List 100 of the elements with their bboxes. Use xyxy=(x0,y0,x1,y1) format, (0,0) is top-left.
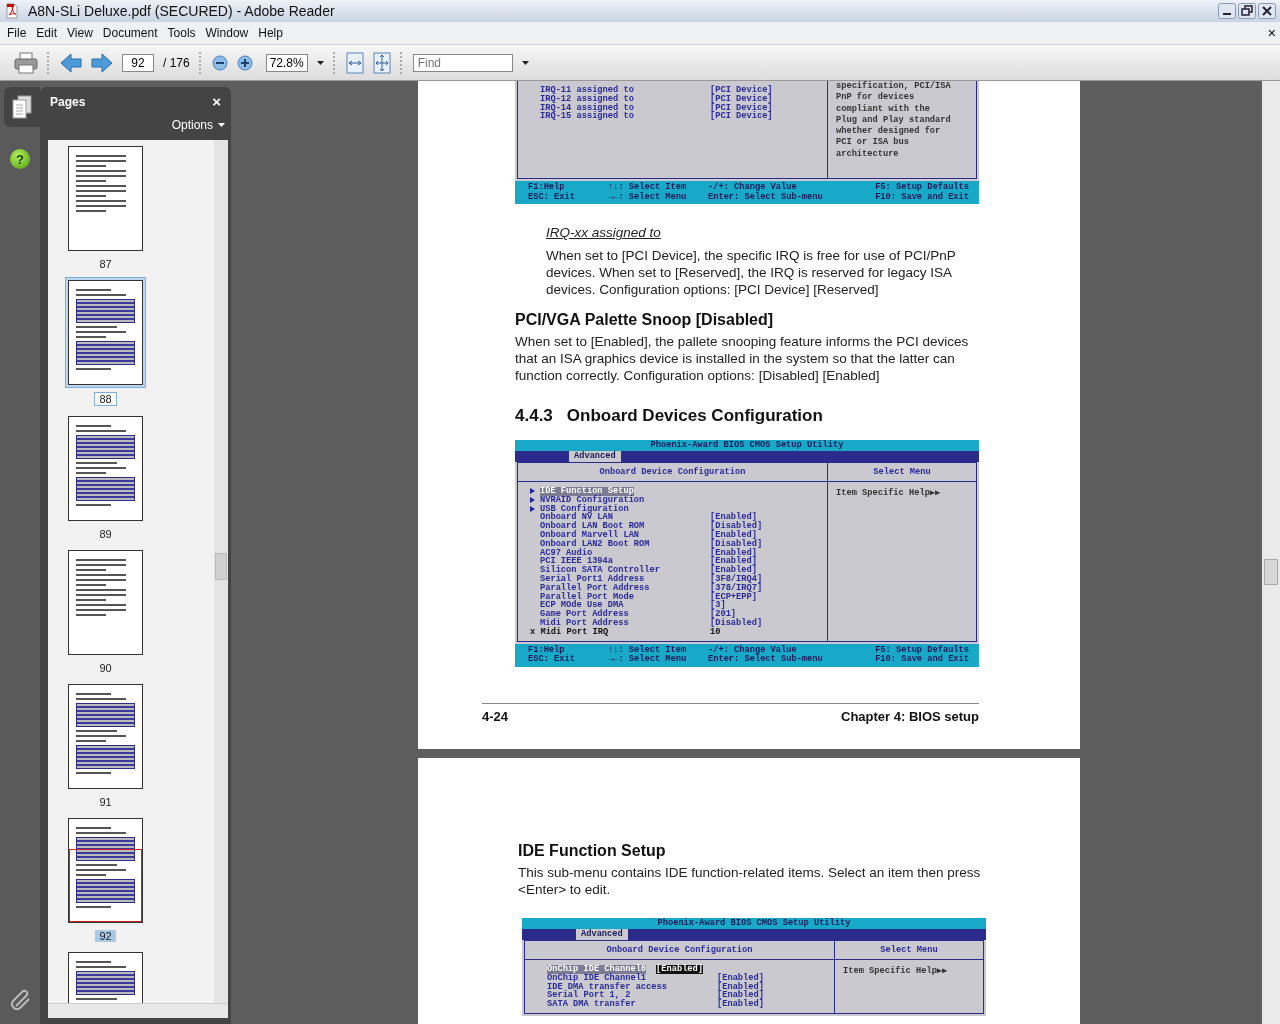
bios-panel-header: Onboard Device Configuration xyxy=(525,941,834,960)
bios-value: [Disabled] xyxy=(710,522,763,531)
close-icon[interactable] xyxy=(1258,3,1276,19)
menu-item[interactable]: View xyxy=(62,26,98,40)
page-thumbnail[interactable] xyxy=(68,550,143,655)
bios-panel-header: Onboard Device Configuration xyxy=(518,463,827,482)
bios-key-hint: Enter: Select Sub-menu xyxy=(708,655,824,665)
menu-item[interactable]: File xyxy=(2,26,32,40)
page-thumbnail[interactable] xyxy=(68,416,143,521)
zoom-field[interactable]: 72.8% xyxy=(265,53,308,72)
bios-key-hint: ESC: Exit xyxy=(528,655,576,665)
bios-value: [Enabled] xyxy=(656,965,703,974)
pages-tab[interactable] xyxy=(4,87,40,127)
fit-page-icon[interactable] xyxy=(372,51,391,74)
bios-item: IRQ-12 assigned to xyxy=(540,94,635,104)
options-menu[interactable]: Options xyxy=(171,118,225,132)
bios-value: [Enabled] xyxy=(717,973,764,983)
bios-item: Serial Port1 Address xyxy=(540,574,645,584)
bios-value: [Enabled] xyxy=(717,1000,764,1009)
page-label: 90 xyxy=(98,662,113,674)
bios-key-hint: -/+: Change Value xyxy=(708,645,797,655)
page-total: / 176 xyxy=(163,55,190,70)
bios-value: 10 xyxy=(710,627,721,637)
bios-key-hint: →←: Select Menu xyxy=(608,655,688,665)
page-number-field[interactable]: 92 xyxy=(122,53,154,72)
bios-value: [3F8/IRQ4] xyxy=(710,574,763,584)
bios-screen-miniature xyxy=(76,435,135,459)
bios-value: [Disabled] xyxy=(710,618,763,628)
section-heading: Onboard Devices Configuration xyxy=(566,406,823,426)
bios-key-hint: Enter: Select Sub-menu xyxy=(708,192,824,202)
bios-help-text: Item Specific Help▶▶ xyxy=(843,966,949,978)
menu-item[interactable]: Help xyxy=(253,26,288,40)
bios-value: [Enabled] xyxy=(710,566,757,575)
bios-screen-miniature xyxy=(76,299,135,323)
menu-item[interactable]: Document xyxy=(97,26,163,40)
scrollbar[interactable] xyxy=(1262,81,1280,1024)
menu-item[interactable]: Edit xyxy=(31,26,63,40)
bios-screen-miniature xyxy=(76,477,135,501)
bios-key-hint: -/+: Change Value xyxy=(708,183,798,192)
page-thumbnail[interactable] xyxy=(68,818,143,923)
close-document-button[interactable]: × xyxy=(1267,25,1276,41)
heading: IDE Function Setup xyxy=(518,842,667,860)
bios-item: SATA DMA transfer xyxy=(547,1000,637,1009)
zoom-out-icon[interactable] xyxy=(211,54,228,71)
paragraph: This sub-menu contains IDE function-related items. Select an item then press <Enter> to edit. xyxy=(518,864,982,898)
bios-screen-miniature xyxy=(76,341,135,365)
bios-value: [PCI Device] xyxy=(710,86,773,95)
subheading: IRQ-xx assigned to xyxy=(546,225,662,240)
pdf-file-icon xyxy=(4,3,20,19)
page-label: 87 xyxy=(98,258,113,270)
bios-item: Onboard LAN Boot ROM xyxy=(540,522,646,531)
previous-page-icon[interactable] xyxy=(60,52,82,73)
caret-icon[interactable] xyxy=(521,60,529,65)
horizontal-scrollbar[interactable] xyxy=(48,1003,228,1018)
bios-item: x Midi Port IRQ xyxy=(530,627,610,637)
bios-help-text: compliant with the xyxy=(836,103,931,115)
panel-title: Pages xyxy=(50,94,86,109)
bios-help-text: PCI or ISA bus xyxy=(836,137,910,149)
menu-item[interactable]: Tools xyxy=(162,26,201,40)
page-thumbnail[interactable] xyxy=(68,280,143,385)
bios-item: IDE Function Setup xyxy=(540,487,634,496)
restore-icon[interactable] xyxy=(1238,3,1256,19)
bios-item: IRQ-14 assigned to xyxy=(540,103,635,113)
page-thumbnail[interactable] xyxy=(68,146,143,251)
bios-screen-miniature xyxy=(76,837,135,861)
page-label: 91 xyxy=(98,796,113,808)
bios-help-text: specification, PCI/ISA xyxy=(836,81,952,92)
menu-item[interactable]: Window xyxy=(200,26,254,40)
minimize-icon[interactable] xyxy=(1218,3,1236,19)
zoom-in-icon[interactable] xyxy=(236,54,253,71)
bios-key-hint: F5: Setup Defaults xyxy=(875,183,969,192)
bios-screen-miniature xyxy=(76,971,135,995)
window-title: A8N-SLi Deluxe.pdf (SECURED) - Adobe Reader xyxy=(28,3,336,19)
bios-value: [Disabled] xyxy=(710,539,763,549)
view-area-marker[interactable] xyxy=(69,849,142,922)
help-button[interactable]: ? xyxy=(10,149,30,169)
close-panel-button[interactable]: × xyxy=(212,93,221,110)
bios-item: Midi Port Address xyxy=(540,618,630,628)
bios-value: [Enabled] xyxy=(710,531,757,540)
caret-icon[interactable] xyxy=(316,60,324,65)
next-page-icon[interactable] xyxy=(91,52,113,73)
paperclip-icon[interactable] xyxy=(10,988,32,1010)
scrollbar[interactable] xyxy=(214,140,228,1004)
bios-screen-miniature xyxy=(76,879,135,903)
bios-value: [PCI Device] xyxy=(710,112,773,122)
bios-value: [Enabled] xyxy=(717,982,764,992)
bios-value: [378/IRQ7] xyxy=(710,583,763,593)
fit-width-icon[interactable] xyxy=(345,51,364,74)
bios-key-hint: ↑↓: Select Item xyxy=(608,183,688,192)
page-label: 89 xyxy=(98,528,113,540)
heading: PCI/VGA Palette Snoop [Disabled] xyxy=(515,311,775,329)
bios-title-bar: Phoenix-Award BIOS CMOS Setup Utility xyxy=(522,918,986,929)
bios-item: Onboard LAN2 Boot ROM xyxy=(540,539,651,549)
bios-item: Game Port Address xyxy=(540,610,630,619)
find-field[interactable]: Find xyxy=(412,53,513,72)
print-icon[interactable] xyxy=(14,51,38,74)
paragraph: When set to [Enabled], the pallete snooping feature informs the PCI devices that an ISA graphics device is installed in the system so that the latter can function correctly. Configuration options: [Disabled] [Enabled] xyxy=(515,333,970,384)
bios-item: IRQ-11 assigned to xyxy=(540,86,635,95)
page-thumbnail[interactable] xyxy=(68,684,143,789)
bios-screen-miniature xyxy=(76,703,135,727)
